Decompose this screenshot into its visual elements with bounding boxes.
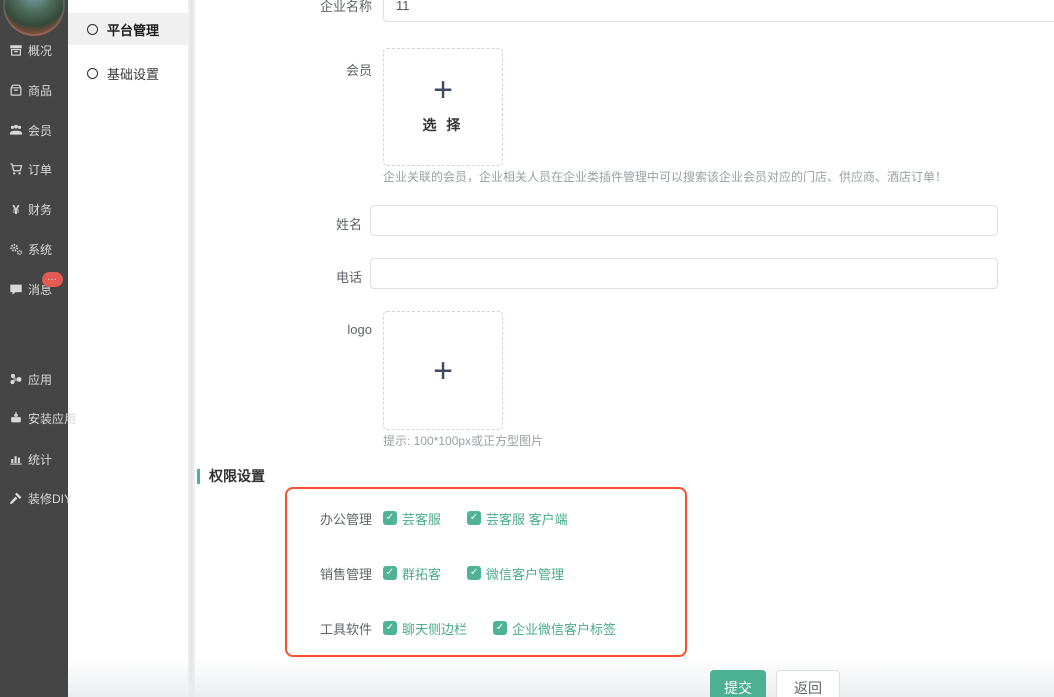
phone-label: 电话 <box>272 267 362 286</box>
radio-icon <box>87 24 98 35</box>
message-badge[interactable]: ... <box>42 272 63 287</box>
avatar[interactable] <box>3 0 65 36</box>
checkbox-checked-icon[interactable]: ✓ <box>383 621 397 635</box>
back-button[interactable]: 返回 <box>776 670 840 697</box>
plus-icon: + <box>384 354 502 388</box>
name-label: 姓名 <box>272 214 362 233</box>
checkbox-option[interactable]: ✓ 企业微信客户标签 <box>493 619 616 638</box>
sidebar-item-label: 装修DIY <box>28 490 72 507</box>
checkbox-option[interactable]: ✓ 聊天侧边栏 <box>383 619 467 638</box>
sidebar-item-overview[interactable]: 概况 <box>9 41 52 59</box>
message-icon <box>9 282 23 296</box>
checkbox-label: 群拓客 <box>402 564 441 583</box>
checkbox-checked-icon[interactable]: ✓ <box>493 621 507 635</box>
member-picker-label: 选 择 <box>384 115 502 135</box>
permission-group-label: 办公管理 <box>195 509 372 528</box>
submenu-item-label: 平台管理 <box>107 20 159 39</box>
primary-sidebar: 概况 商品 会员 订单 ¥ 财务 系统 消息 ... <box>0 0 68 697</box>
goods-icon <box>9 83 23 97</box>
member-picker[interactable]: + 选 择 <box>383 48 503 166</box>
checkbox-option[interactable]: ✓ 芸客服 客户端 <box>467 509 568 528</box>
finance-icon: ¥ <box>9 202 23 217</box>
phone-input[interactable] <box>370 258 998 289</box>
section-accent-bar <box>197 469 200 484</box>
logo-label: logo <box>282 322 372 337</box>
sidebar-item-label: 系统 <box>28 241 52 258</box>
logo-uploader[interactable]: + <box>383 311 503 430</box>
checkbox-checked-icon[interactable]: ✓ <box>467 566 481 580</box>
scrollbar[interactable] <box>188 0 195 697</box>
sidebar-item-system[interactable]: 系统 <box>9 240 52 258</box>
sidebar-item-orders[interactable]: 订单 <box>9 160 52 178</box>
secondary-sidebar: 平台管理 基础设置 <box>68 0 188 697</box>
submenu-item-basic-settings[interactable]: 基础设置 <box>68 57 188 89</box>
install-app-icon <box>9 411 23 425</box>
checkbox-label: 微信客户管理 <box>486 564 564 583</box>
system-icon <box>9 242 23 256</box>
decorate-diy-icon <box>9 491 23 505</box>
sidebar-item-label: 订单 <box>28 161 52 178</box>
members-icon <box>9 123 23 137</box>
checkbox-checked-icon[interactable]: ✓ <box>383 566 397 580</box>
radio-icon <box>87 68 98 79</box>
plus-icon: + <box>384 73 502 107</box>
sidebar-item-decorate-diy[interactable]: 装修DIY <box>9 489 72 507</box>
logo-hint-text: 提示: 100*100px或正方型图片 <box>383 432 543 449</box>
apps-icon <box>9 372 23 386</box>
sidebar-item-label: 商品 <box>28 82 52 99</box>
sidebar-item-label: 财务 <box>28 201 52 218</box>
member-label: 会员 <box>282 60 372 79</box>
company-name-label: 企业名称 <box>282 0 372 15</box>
sidebar-item-label: 概况 <box>28 42 52 59</box>
checkbox-label: 芸客服 客户端 <box>486 509 568 528</box>
submenu-item-platform-management[interactable]: 平台管理 <box>68 13 188 45</box>
statistics-icon <box>9 452 23 466</box>
checkbox-label: 企业微信客户标签 <box>512 619 616 638</box>
app-window: 概况 商品 会员 订单 ¥ 财务 系统 消息 ... <box>0 0 1054 697</box>
orders-icon <box>9 162 23 176</box>
sidebar-item-install-apps[interactable]: 安装应用 <box>9 409 76 427</box>
sidebar-item-members[interactable]: 会员 <box>9 121 52 139</box>
sidebar-item-finance[interactable]: ¥ 财务 <box>9 200 52 218</box>
permission-group-label: 工具软件 <box>195 619 372 638</box>
sidebar-item-label: 安装应用 <box>28 410 76 427</box>
submenu-item-label: 基础设置 <box>107 64 159 83</box>
checkbox-label: 芸客服 <box>402 509 441 528</box>
permission-group-office: 办公管理 ✓ 芸客服 ✓ 芸客服 客户端 <box>195 510 568 526</box>
sidebar-item-goods[interactable]: 商品 <box>9 81 52 99</box>
main-content: 企业名称 会员 + 选 择 企业关联的会员，企业相关人员在企业类插件管理中可以搜… <box>195 0 1054 697</box>
company-name-input[interactable] <box>383 0 1054 22</box>
checkbox-option[interactable]: ✓ 芸客服 <box>383 509 441 528</box>
name-input[interactable] <box>370 205 998 236</box>
checkbox-option[interactable]: ✓ 微信客户管理 <box>467 564 564 583</box>
sidebar-item-label: 会员 <box>28 122 52 139</box>
submit-button[interactable]: 提交 <box>710 670 766 697</box>
checkbox-checked-icon[interactable]: ✓ <box>383 511 397 525</box>
sidebar-item-label: 统计 <box>28 451 52 468</box>
sidebar-item-messages[interactable]: 消息 ... <box>9 280 52 298</box>
permission-group-sales: 销售管理 ✓ 群拓客 ✓ 微信客户管理 <box>195 565 564 581</box>
checkbox-option[interactable]: ✓ 群拓客 <box>383 564 441 583</box>
overview-icon <box>9 43 23 57</box>
checkbox-label: 聊天侧边栏 <box>402 619 467 638</box>
sidebar-item-statistics[interactable]: 统计 <box>9 450 52 468</box>
permissions-section-title: 权限设置 <box>209 466 265 486</box>
checkbox-checked-icon[interactable]: ✓ <box>467 511 481 525</box>
permission-group-label: 销售管理 <box>195 564 372 583</box>
member-help-text: 企业关联的会员，企业相关人员在企业类插件管理中可以搜索该企业会员对应的门店、供应… <box>383 168 947 185</box>
sidebar-item-label: 应用 <box>28 371 52 388</box>
permission-group-tools: 工具软件 ✓ 聊天侧边栏 ✓ 企业微信客户标签 <box>195 620 616 636</box>
sidebar-item-apps[interactable]: 应用 <box>9 370 52 388</box>
